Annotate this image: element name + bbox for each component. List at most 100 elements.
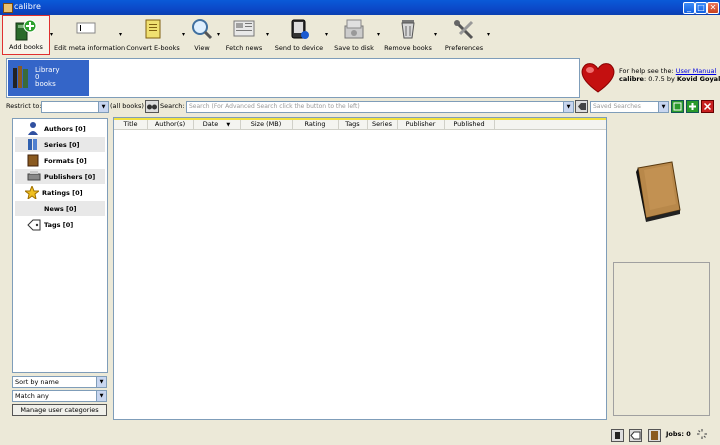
saved-searches-select[interactable]: Saved Searches ▼ [590,101,669,113]
save-to-disk-dropdown[interactable]: ▾ [377,31,380,38]
tag-browser: Authors [0] Series [0] Formats [0] Publi… [12,118,108,373]
add-books-dropdown[interactable]: ▾ [50,31,53,38]
tag-browser-toggle-button[interactable] [629,429,642,442]
disk-icon [344,19,364,39]
series-books-icon [28,139,37,150]
main-toolbar: Add books ▾ Edit meta information ▾ Conv… [0,15,720,55]
clear-search-button[interactable] [575,100,588,113]
column-published[interactable]: Published [444,120,495,129]
add-books-button[interactable]: Add books [2,15,50,55]
plus-icon [689,103,696,110]
add-books-icon [15,19,37,41]
column-rating[interactable]: Rating [292,120,339,129]
send-to-device-dropdown[interactable]: ▾ [325,31,328,38]
tag-category-label: Formats [0] [44,157,87,165]
tag-category-label: Authors [0] [44,125,86,133]
close-button[interactable]: ✕ [707,2,719,14]
all-books-label: (all books) [110,102,144,110]
add-books-label: Add books [9,43,43,51]
tag-category-publishers[interactable]: Publishers [0] [15,169,105,184]
minimize-button[interactable]: _ [683,2,695,14]
help-prefix: For help see the: [619,67,674,75]
tag-category-authors[interactable]: Authors [0] [15,121,105,136]
search-label: Search: [160,102,185,110]
convert-dropdown[interactable]: ▾ [182,31,185,38]
remove-books-dropdown[interactable]: ▾ [434,31,437,38]
book-list[interactable]: Title Author(s) Date ▼ Size (MB) Rating … [113,117,607,420]
newspaper-icon [233,20,255,37]
save-to-disk-button[interactable]: Save to disk [332,15,376,55]
sort-by-select[interactable]: Sort by name ▼ [12,376,107,388]
donate-heart-icon[interactable] [580,60,616,94]
tag-category-ratings[interactable]: Ratings [0] [15,185,105,200]
remove-books-label: Remove books [384,44,432,52]
edit-meta-dropdown[interactable]: ▾ [119,31,122,38]
column-tags[interactable]: Tags [338,120,368,129]
library-books-icon [13,66,28,88]
delete-search-button[interactable] [701,100,714,113]
sort-by-value: Sort by name [15,378,59,386]
match-select[interactable]: Match any ▼ [12,390,107,402]
edit-meta-icon [76,22,96,34]
column-size[interactable]: Size (MB) [240,120,293,129]
version-text: : 0.7.5 by [643,75,677,83]
search-placeholder: Search (For Advanced Search click the bu… [189,103,360,110]
copy-search-icon [673,102,682,111]
formats-book-icon [27,154,39,167]
tag-category-tags[interactable]: Tags [0] [15,217,105,232]
user-manual-link[interactable]: User Manual [676,67,717,75]
chevron-down-icon: ▼ [96,391,106,401]
magnifier-icon [192,19,213,40]
copy-search-button[interactable] [671,100,684,113]
edit-meta-button[interactable]: Edit meta information [54,15,126,55]
book-details-panel [613,262,710,416]
cover-flow-icon [615,432,620,439]
default-cover-book-icon [636,161,681,222]
view-label: View [194,44,210,52]
manage-user-categories-button[interactable]: Manage user categories [12,404,107,416]
calibre-app-icon [3,3,13,13]
preferences-button[interactable]: Preferences [442,15,486,55]
column-authors[interactable]: Author(s) [147,120,194,129]
jobs-spinner-icon [697,429,707,439]
library-button[interactable]: Library 0 books [8,60,89,96]
fetch-news-label: Fetch news [225,44,263,52]
tag-category-formats[interactable]: Formats [0] [15,153,105,168]
book-details-toggle-button[interactable] [648,429,661,442]
advanced-search-button[interactable] [145,100,159,113]
fetch-news-button[interactable]: Fetch news [224,15,264,55]
remove-books-button[interactable]: Remove books [384,15,432,55]
chevron-down-icon: ▼ [96,377,106,387]
view-button[interactable]: View [188,15,216,55]
column-publisher[interactable]: Publisher [397,120,445,129]
chevron-down-icon: ▼ [563,102,573,112]
jobs-status[interactable]: Jobs: 0 [666,430,691,438]
column-series[interactable]: Series [367,120,398,129]
title-bar: calibre _ □ ✕ [0,0,720,15]
clear-icon [578,103,586,110]
send-to-device-label: Send to device [274,44,324,52]
edit-meta-label: Edit meta information [54,44,126,52]
library-unit: books [35,80,56,88]
maximize-button[interactable]: □ [695,2,707,14]
match-value: Match any [15,392,49,400]
fetch-news-dropdown[interactable]: ▾ [266,31,269,38]
save-search-button[interactable] [686,100,699,113]
tag-category-series[interactable]: Series [0] [15,137,105,152]
tag-category-label: Tags [0] [44,221,74,229]
authors-person-icon [28,122,38,135]
preferences-dropdown[interactable]: ▾ [487,31,490,38]
tags-label-icon [27,219,41,231]
column-date[interactable]: Date ▼ [193,120,241,129]
convert-ebooks-button[interactable]: Convert E-books [126,15,180,55]
cover-flow-button[interactable] [611,429,624,442]
help-text: For help see the: User Manual calibre: 0… [619,67,720,83]
restrict-select[interactable]: ▼ [41,101,109,113]
tag-category-news[interactable]: News [0] [15,201,105,216]
send-to-device-button[interactable]: Send to device [274,15,324,55]
column-title[interactable]: Title [114,120,148,129]
view-dropdown[interactable]: ▾ [217,31,220,38]
restrict-label: Restrict to: [6,102,42,110]
search-input[interactable]: Search (For Advanced Search click the bu… [186,101,574,113]
saved-searches-placeholder: Saved Searches [593,103,641,110]
